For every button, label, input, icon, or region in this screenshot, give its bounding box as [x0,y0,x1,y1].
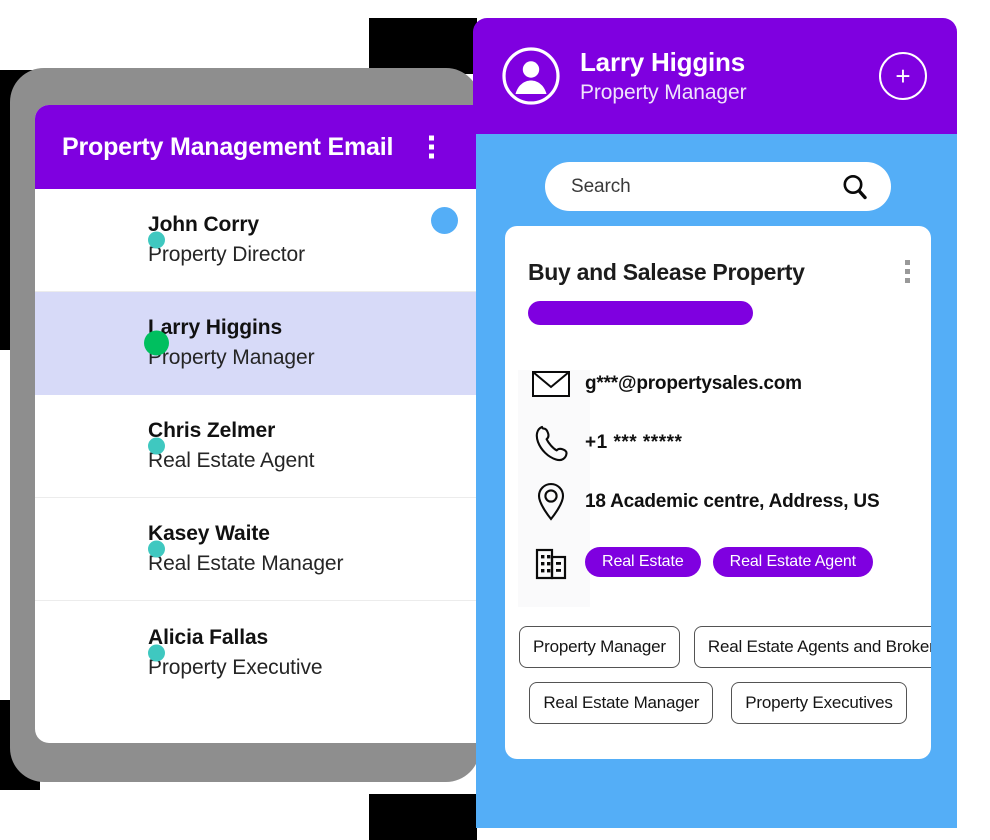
property-detail-card: Buy and Salease Property g***@propertysa… [505,226,931,759]
status-dot-icon [148,540,165,558]
email-list-window: Property Management Email John Corry Pro… [35,105,480,743]
envelope-icon [528,369,574,399]
contact-name: Alicia Fallas [148,625,269,649]
phone-icon [528,424,574,462]
tag-pill[interactable]: Real Estate [585,547,701,577]
contact-list-item-selected[interactable]: Larry Higgins Property Manager [35,292,480,395]
contact-name: John Corry [148,213,260,237]
contact-info-list: g***@propertysales.com +1 *** ***** 18 A… [505,354,931,593]
contact-role: Property Director [148,243,306,266]
contact-list-item[interactable]: Chris Zelmer Real Estate Agent [35,395,480,498]
category-chip[interactable]: Property Manager [519,626,680,668]
user-avatar-icon [501,46,561,106]
contact-info-row-address: 18 Academic centre, Address, US [505,472,931,531]
profile-role: Property Manager [580,80,747,104]
kebab-dot [905,260,910,265]
card-title: Buy and Salease Property [528,259,805,285]
email-list-header: Property Management Email [35,105,480,189]
kebab-dot [429,153,434,159]
contact-role: Real Estate Agent [148,449,315,472]
contact-name: Chris Zelmer [148,419,276,443]
kebab-dot [905,278,910,283]
status-dot-icon [148,231,165,249]
contact-role: Real Estate Manager [148,552,344,575]
address-value: 18 Academic centre, Address, US [585,490,880,512]
search-input[interactable]: Search [571,176,841,198]
tag-pill-group: Real Estate Real Estate Agent [585,547,874,577]
kebab-dot [429,144,434,150]
category-chip-row: Real Estate Manager Property Executives [519,682,917,724]
phone-value: +1 *** ***** [585,431,683,453]
card-header: Buy and Salease Property [505,226,931,286]
kebab-menu-icon[interactable] [905,260,910,283]
page-title: Property Management Email [62,132,394,161]
backdrop-shape-top [369,18,477,74]
contact-info-row-tags: Real Estate Real Estate Agent [505,531,931,593]
contact-list-item[interactable]: Kasey Waite Real Estate Manager [35,498,480,601]
accent-bar [528,301,753,325]
contact-role: Property Manager [148,346,315,369]
status-dot-icon [148,437,165,455]
profile-name: Larry Higgins [580,46,745,77]
status-dot-icon [148,644,165,661]
category-chip-area: Property Manager Real Estate Agents and … [505,626,931,738]
search-bar[interactable]: Search [545,162,891,211]
unread-badge-icon [431,207,458,234]
add-contact-button[interactable]: + [879,52,927,100]
search-icon[interactable] [841,173,869,201]
category-chip[interactable]: Real Estate Agents and Brokers [693,626,931,668]
contact-role: Property Executive [148,655,323,679]
email-value: g***@propertysales.com [585,372,802,394]
kebab-menu-icon[interactable] [429,135,434,159]
contact-list-item[interactable]: John Corry Property Director [35,189,480,292]
category-chip-row: Property Manager Real Estate Agents and … [519,626,931,668]
location-pin-icon [528,482,574,522]
profile-header: Larry Higgins Property Manager + [473,18,957,134]
contact-info-row-phone: +1 *** ***** [505,413,931,472]
tag-pill[interactable]: Real Estate Agent [712,547,874,577]
kebab-dot [905,269,910,274]
status-dot-icon [144,330,169,356]
contact-list: John Corry Property Director Larry Higgi… [35,189,480,704]
office-building-icon [528,543,574,581]
contact-list-item[interactable]: Alicia Fallas Property Executive [35,601,480,704]
category-chip[interactable]: Real Estate Manager [529,682,714,724]
category-chip[interactable]: Property Executives [731,682,907,724]
contact-name: Larry Higgins [148,316,283,340]
kebab-dot [429,135,434,141]
backdrop-shape-bottom-right [369,794,477,840]
contact-name: Kasey Waite [148,522,270,546]
contact-info-row-email: g***@propertysales.com [505,354,931,413]
